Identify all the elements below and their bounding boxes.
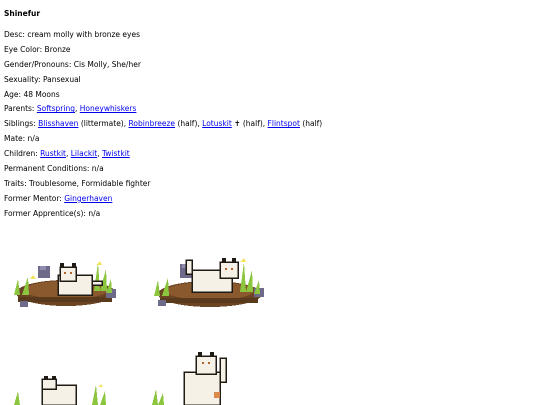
age-value: 48 Moons — [23, 89, 60, 99]
cat-name: Shinefur — [4, 9, 41, 18]
sibling-link[interactable]: Lotuskit — [202, 119, 232, 128]
parents-label: Parents: — [4, 104, 35, 114]
former-mentor-label: Former Mentor: — [4, 193, 62, 203]
children-row: Children: Rustkit, Lilackit, Twistkit — [4, 149, 534, 159]
mate-value: n/a — [27, 134, 40, 144]
siblings-row: Siblings: Blisshaven (littermate), Robin… — [4, 119, 534, 129]
traits-label: Traits: — [4, 178, 27, 188]
sibling-note: ✝ (half) — [234, 119, 263, 129]
former-apprentice-value: n/a — [88, 208, 101, 218]
sibling-link[interactable]: Flintspot — [268, 119, 300, 128]
sibling-note: (half) — [302, 119, 323, 129]
former-mentor-row: Former Mentor: Gingerhaven — [4, 194, 534, 204]
conditions-value: n/a — [91, 164, 104, 174]
sibling-link[interactable]: Blisshaven — [38, 119, 78, 128]
desc-label: Desc: — [4, 30, 25, 39]
conditions-row: Permanent Conditions: n/a — [4, 164, 534, 174]
mate-row: Mate: n/a — [4, 134, 534, 144]
parent-link[interactable]: Honeywhiskers — [80, 104, 137, 113]
sexuality-value: Pansexual — [42, 74, 81, 84]
cat-sprite-sitting — [152, 352, 227, 405]
sexuality-label: Sexuality: — [4, 74, 41, 84]
cat-sprite-nest-stretching — [154, 258, 264, 307]
profile: Shinefur Desc: cream molly with bronze e… — [4, 9, 534, 224]
desc-value: cream molly with bronze eyes — [27, 30, 140, 39]
sibling-note: (half) — [177, 119, 198, 129]
gender-label: Gender/Pronouns: — [4, 59, 72, 69]
children-label: Children: — [4, 149, 38, 159]
cat-sprite-crouching — [14, 376, 106, 405]
age-row: Age: 48 Moons — [4, 90, 534, 100]
child-link[interactable]: Lilackit — [71, 149, 97, 158]
siblings-label: Siblings: — [4, 119, 36, 129]
mate-label: Mate: — [4, 134, 26, 144]
child-link[interactable]: Rustkit — [40, 149, 66, 158]
desc-row: Desc: cream molly with bronze eyes — [4, 30, 534, 40]
former-apprentice-row: Former Apprentice(s): n/a — [4, 209, 534, 219]
sibling-link[interactable]: Robinbreeze — [129, 119, 176, 128]
parent-link[interactable]: Softspring — [37, 104, 75, 113]
traits-value: Troublesome, Formidable fighter — [29, 178, 151, 188]
former-apprentice-label: Former Apprentice(s): — [4, 208, 86, 218]
parents-row: Parents: Softspring, Honeywhiskers — [4, 104, 534, 114]
traits-row: Traits: Troublesome, Formidable fighter — [4, 179, 534, 189]
child-link[interactable]: Twistkit — [102, 149, 130, 158]
gender-value: Cis Molly, She/her — [73, 59, 141, 69]
sexuality-row: Sexuality: Pansexual — [4, 75, 534, 85]
eye-color-value: Bronze — [44, 44, 71, 54]
cat-sprite-nest-lying — [14, 261, 116, 307]
eye-color-row: Eye Color: Bronze — [4, 45, 534, 55]
mentor-link[interactable]: Gingerhaven — [64, 194, 112, 203]
sibling-note: (littermate) — [80, 119, 124, 129]
conditions-label: Permanent Conditions: — [4, 164, 90, 174]
eye-color-label: Eye Color: — [4, 44, 43, 54]
age-label: Age: — [4, 89, 22, 99]
gender-row: Gender/Pronouns: Cis Molly, She/her — [4, 60, 534, 70]
